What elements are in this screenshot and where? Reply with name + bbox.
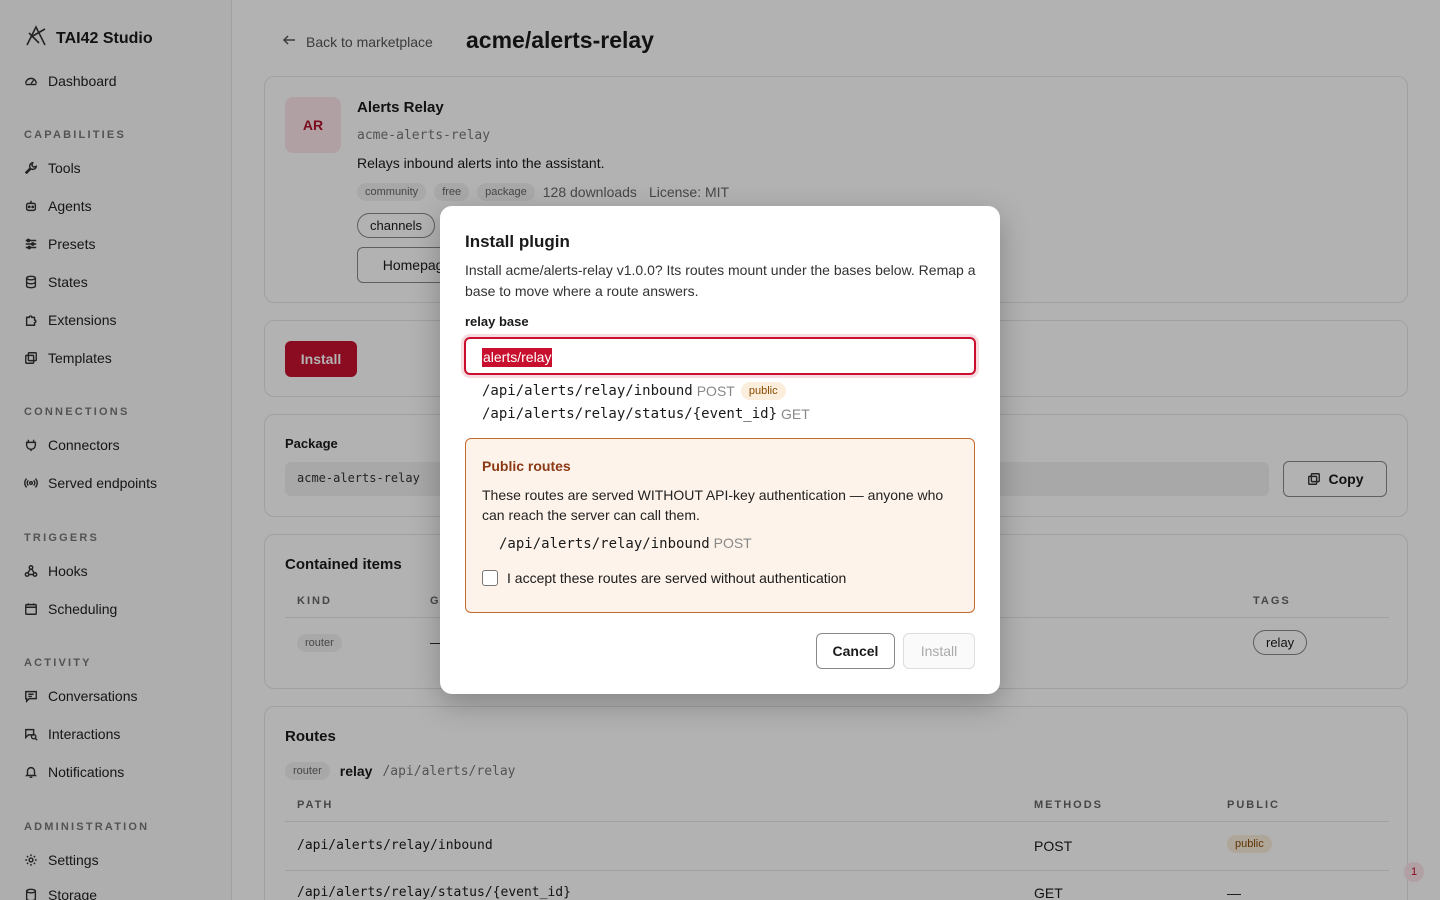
- public-badge: public: [740, 382, 786, 400]
- warning-text: These routes are served WITHOUT API-key …: [482, 487, 944, 523]
- route-path: /api/alerts/relay/inbound: [482, 383, 693, 399]
- route-path: /api/alerts/relay/inbound: [499, 536, 710, 552]
- warning-route: /api/alerts/relay/inbound POST: [499, 535, 752, 552]
- dialog-route: /api/alerts/relay/status/{event_id} GET: [482, 406, 810, 422]
- relay-base-input[interactable]: alerts/relay: [464, 337, 976, 375]
- dialog-route: /api/alerts/relay/inbound POST public: [482, 382, 786, 400]
- confirm-install-button[interactable]: Install: [903, 633, 975, 669]
- warning-title: Public routes: [482, 458, 571, 474]
- route-method: POST: [696, 383, 735, 399]
- cancel-button[interactable]: Cancel: [816, 633, 895, 669]
- relay-base-label: relay base: [465, 314, 529, 329]
- relay-base-value: alerts/relay: [482, 348, 553, 367]
- dialog-title: Install plugin: [465, 232, 570, 251]
- route-method: POST: [713, 535, 752, 551]
- install-plugin-dialog: Install plugin Install acme/alerts-relay…: [440, 206, 1000, 694]
- route-path: /api/alerts/relay/status/{event_id}: [482, 406, 778, 422]
- route-method: GET: [781, 406, 810, 422]
- accept-public-routes[interactable]: I accept these routes are served without…: [482, 570, 846, 586]
- accept-label[interactable]: I accept these routes are served without…: [507, 570, 846, 586]
- dialog-description: Install acme/alerts-relay v1.0.0? Its ro…: [465, 262, 976, 299]
- accept-checkbox[interactable]: [482, 570, 498, 586]
- public-routes-warning: Public routes These routes are served WI…: [465, 438, 975, 613]
